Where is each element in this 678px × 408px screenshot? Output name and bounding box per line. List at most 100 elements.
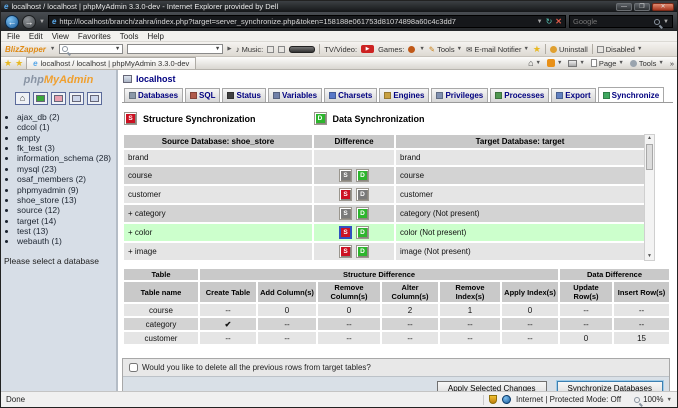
mysql-doc-icon[interactable] bbox=[87, 92, 102, 105]
database-item[interactable]: osaf_members (2) bbox=[17, 174, 113, 184]
sync-d-button[interactable]: D bbox=[356, 188, 369, 201]
sync-d-button[interactable]: D bbox=[356, 207, 369, 220]
favorites-icon[interactable]: ★ bbox=[4, 59, 12, 68]
compare-row: + imageSDimage (Not present) bbox=[124, 243, 644, 260]
sync-d-button[interactable]: D bbox=[356, 226, 369, 239]
zoom-control[interactable]: 100% ▼ bbox=[634, 395, 672, 404]
email-notifier-button[interactable]: ✉E-mail Notifier▼ bbox=[466, 45, 529, 54]
tab-engines[interactable]: Engines bbox=[379, 88, 429, 102]
refresh-icon[interactable]: ↻ bbox=[546, 18, 553, 26]
tab-synchronize[interactable]: Synchronize bbox=[598, 87, 665, 102]
tab-databases[interactable]: Databases bbox=[124, 88, 183, 102]
maximize-button[interactable]: ❐ bbox=[634, 3, 650, 11]
stop-icon[interactable]: ✕ bbox=[555, 18, 562, 26]
menu-tools[interactable]: Tools bbox=[120, 32, 139, 41]
volume-slider[interactable] bbox=[289, 46, 315, 53]
brand-dropdown-icon[interactable]: ▼ bbox=[50, 46, 55, 52]
menu-help[interactable]: Help bbox=[147, 32, 163, 41]
database-item[interactable]: ajax_db (2) bbox=[17, 112, 113, 122]
search-icon[interactable] bbox=[654, 19, 660, 25]
tab-variables[interactable]: Variables bbox=[268, 88, 322, 102]
server-name[interactable]: localhost bbox=[136, 74, 176, 84]
tab-sql[interactable]: SQL bbox=[185, 88, 220, 102]
next-track-icon[interactable] bbox=[278, 46, 285, 53]
database-item[interactable]: shoe_store (13) bbox=[17, 195, 113, 205]
database-item[interactable]: phpmyadmin (9) bbox=[17, 185, 113, 195]
docs-icon[interactable] bbox=[51, 92, 66, 105]
database-item[interactable]: target (14) bbox=[17, 216, 113, 226]
phpmyadmin-logo[interactable]: phpMyAdmin bbox=[4, 74, 113, 86]
sync-s-button[interactable]: S bbox=[339, 169, 352, 182]
variables-icon bbox=[273, 92, 280, 99]
page-menu-button[interactable]: Page▼ bbox=[591, 59, 624, 68]
tab-export[interactable]: Export bbox=[551, 88, 595, 102]
database-item[interactable]: cdcol (1) bbox=[17, 122, 113, 132]
search-dropdown-icon[interactable]: ▼ bbox=[663, 19, 669, 25]
tab-status[interactable]: Status bbox=[222, 88, 265, 102]
menu-edit[interactable]: Edit bbox=[29, 32, 43, 41]
search-input[interactable] bbox=[573, 17, 651, 26]
tab-processes[interactable]: Processes bbox=[490, 88, 549, 102]
add-favorite-icon[interactable]: ★ bbox=[15, 59, 23, 68]
synchronize-databases-button[interactable]: Synchronize Databases bbox=[557, 381, 664, 391]
compare-row: courseSDcourse bbox=[124, 167, 644, 184]
database-item[interactable]: mysql (23) bbox=[17, 164, 113, 174]
toolbar-star-icon[interactable]: ★ bbox=[533, 45, 541, 54]
tab-charsets[interactable]: Charsets bbox=[324, 88, 377, 102]
feeds-button[interactable]: ▼ bbox=[547, 59, 562, 67]
tab-privileges[interactable]: Privileges bbox=[431, 88, 488, 102]
php-doc-icon[interactable] bbox=[69, 92, 84, 105]
toolbar-search-combo[interactable]: ▼ bbox=[59, 44, 123, 54]
sync-d-button[interactable]: D bbox=[356, 169, 369, 182]
query-window-icon[interactable] bbox=[33, 92, 48, 105]
back-button[interactable]: ← bbox=[5, 15, 19, 29]
menu-favorites[interactable]: Favorites bbox=[78, 32, 111, 41]
menu-file[interactable]: File bbox=[7, 32, 20, 41]
scroll-down-icon[interactable]: ▼ bbox=[647, 253, 652, 260]
scroll-thumb[interactable] bbox=[646, 144, 653, 170]
sync-s-button[interactable]: S bbox=[339, 245, 352, 258]
history-dropdown-icon[interactable]: ▼ bbox=[39, 19, 45, 25]
legend-item-d: DData Synchronization bbox=[314, 112, 425, 125]
home-button[interactable]: ⌂▼ bbox=[528, 59, 541, 68]
uninstall-button[interactable]: Uninstall bbox=[550, 45, 588, 54]
address-input[interactable] bbox=[59, 17, 533, 26]
prev-track-icon[interactable] bbox=[267, 46, 274, 53]
commandbar-tools-button[interactable]: Tools▼ bbox=[630, 59, 664, 68]
apply-selected-changes-button[interactable]: Apply Selected Changes bbox=[437, 381, 547, 391]
browser-tab[interactable]: e localhost / localhost | phpMyAdmin 3.3… bbox=[26, 57, 196, 69]
sync-s-button[interactable]: S bbox=[339, 188, 352, 201]
database-item[interactable]: test (13) bbox=[17, 226, 113, 236]
menu-view[interactable]: View bbox=[52, 32, 69, 41]
diff-value: -- bbox=[382, 318, 438, 330]
close-button[interactable]: ✕ bbox=[652, 3, 674, 11]
game-icon[interactable] bbox=[408, 46, 415, 53]
delete-rows-checkbox[interactable] bbox=[129, 363, 138, 372]
home-icon[interactable]: ⌂ bbox=[15, 92, 30, 105]
zoom-dropdown-icon[interactable]: ▼ bbox=[667, 397, 672, 403]
database-item[interactable]: information_schema (28) bbox=[17, 153, 113, 163]
chevron-icon[interactable]: » bbox=[670, 59, 674, 68]
address-dropdown-icon[interactable]: ▼ bbox=[537, 19, 543, 25]
database-item[interactable]: source (12) bbox=[17, 205, 113, 215]
diff-column-header: Alter Column(s) bbox=[382, 282, 438, 302]
difference-cell bbox=[314, 150, 394, 165]
sync-s-button[interactable]: S bbox=[339, 207, 352, 220]
database-item[interactable]: fk_test (3) bbox=[17, 143, 113, 153]
toolbar-select-combo[interactable]: ▼ bbox=[127, 44, 223, 54]
youtube-icon[interactable]: ▶ bbox=[361, 45, 374, 53]
play-icon[interactable]: ▶ bbox=[227, 46, 231, 52]
disabled-button[interactable]: Disabled▼ bbox=[597, 45, 643, 54]
sync-s-button[interactable]: S bbox=[339, 226, 352, 239]
games-dropdown-icon[interactable]: ▼ bbox=[419, 46, 424, 52]
compare-scrollbar[interactable]: ▲ ▼ bbox=[644, 134, 655, 261]
database-item[interactable]: webauth (1) bbox=[17, 236, 113, 246]
forward-button[interactable]: → bbox=[22, 15, 36, 29]
menu-bar: File Edit View Favorites Tools Help bbox=[1, 31, 677, 42]
database-item[interactable]: empty bbox=[17, 133, 113, 143]
sync-d-button[interactable]: D bbox=[356, 245, 369, 258]
toolbar-tools-button[interactable]: ✎Tools▼ bbox=[429, 45, 462, 54]
scroll-up-icon[interactable]: ▲ bbox=[647, 135, 652, 142]
minimize-button[interactable]: — bbox=[616, 3, 632, 11]
print-button[interactable]: ▼ bbox=[568, 60, 584, 67]
